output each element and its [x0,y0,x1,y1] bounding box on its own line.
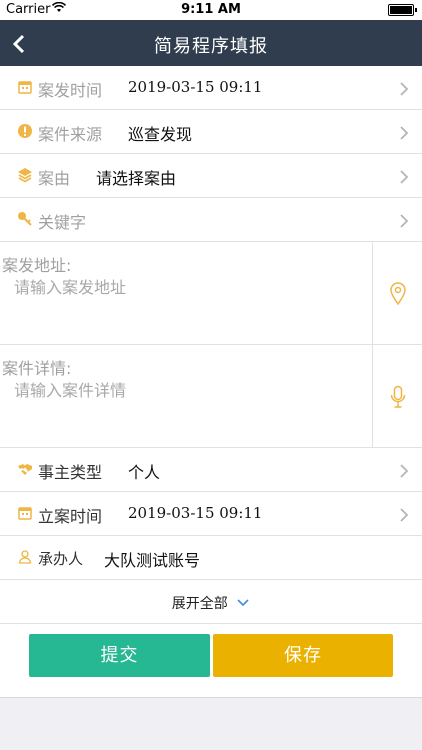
address-label: 案发地址: [2,256,72,275]
location-button[interactable] [372,242,422,344]
filing-time-value: 2019-03-15 09:11 [128,504,263,522]
party-type-value: 个人 [128,463,161,482]
case-time-row[interactable]: 案发时间 2019-03-15 09:11 [0,66,422,110]
chevron-right-icon [400,170,409,184]
case-form: 案发时间 2019-03-15 09:11 案件来源 巡查发现 案由 请选择案由… [0,66,422,698]
action-bar: 提交 保存 [0,624,422,698]
expand-all-label: 展开全部 [171,596,228,612]
case-time-label: 案发时间 [38,81,103,100]
location-pin-icon [390,282,406,306]
chevron-right-icon [400,214,409,228]
handler-value: 大队测试账号 [104,551,201,570]
case-reason-value: 请选择案由 [96,169,177,188]
calendar-icon [18,507,32,520]
key-icon [18,212,32,226]
case-source-label: 案件来源 [38,125,103,144]
details-section: 案件详情: 请输入案件详情 [0,345,422,448]
status-bar: Carrier 9:11 AM [0,0,422,20]
expand-all-text: 展开全部 [0,593,422,613]
save-button[interactable]: 保存 [213,634,393,677]
address-input[interactable]: 请输入案发地址 [14,274,126,298]
case-time-value: 2019-03-15 09:11 [128,78,263,96]
case-source-value: 巡查发现 [128,125,193,144]
details-input[interactable]: 请输入案件详情 [14,377,126,401]
details-label: 案件详情: [2,359,72,378]
battery-icon [388,4,417,16]
filing-time-label: 立案时间 [38,507,103,526]
handler-label: 承办人 [38,550,84,568]
submit-button[interactable]: 提交 [29,634,210,677]
status-time: 9:11 AM [181,2,241,17]
handshake-icon [18,464,32,475]
navigation-bar: 简易程序填报 [0,20,422,66]
user-icon [18,550,32,564]
voice-input-button[interactable] [372,345,422,447]
case-reason-label: 案由 [38,169,71,188]
address-section: 案发地址: 请输入案发地址 [0,242,422,345]
chevron-right-icon [400,126,409,140]
keyword-row[interactable]: 关键字 [0,198,422,242]
page-title: 简易程序填报 [154,36,268,57]
layers-icon [18,168,32,183]
calendar-icon [18,81,32,94]
party-type-row[interactable]: 事主类型 个人 [0,448,422,492]
case-source-row[interactable]: 案件来源 巡查发现 [0,110,422,154]
alert-icon [18,124,32,138]
case-reason-row[interactable]: 案由 请选择案由 [0,154,422,198]
chevron-right-icon [400,464,409,478]
chevron-down-icon [237,599,249,607]
expand-all-button[interactable]: 展开全部 [0,580,422,624]
keyword-label: 关键字 [38,213,87,232]
chevron-right-icon [400,508,409,522]
party-type-label: 事主类型 [38,463,103,482]
handler-row: 承办人 大队测试账号 [0,536,422,580]
chevron-right-icon [400,82,409,96]
microphone-icon [390,385,406,408]
filing-time-row[interactable]: 立案时间 2019-03-15 09:11 [0,492,422,536]
